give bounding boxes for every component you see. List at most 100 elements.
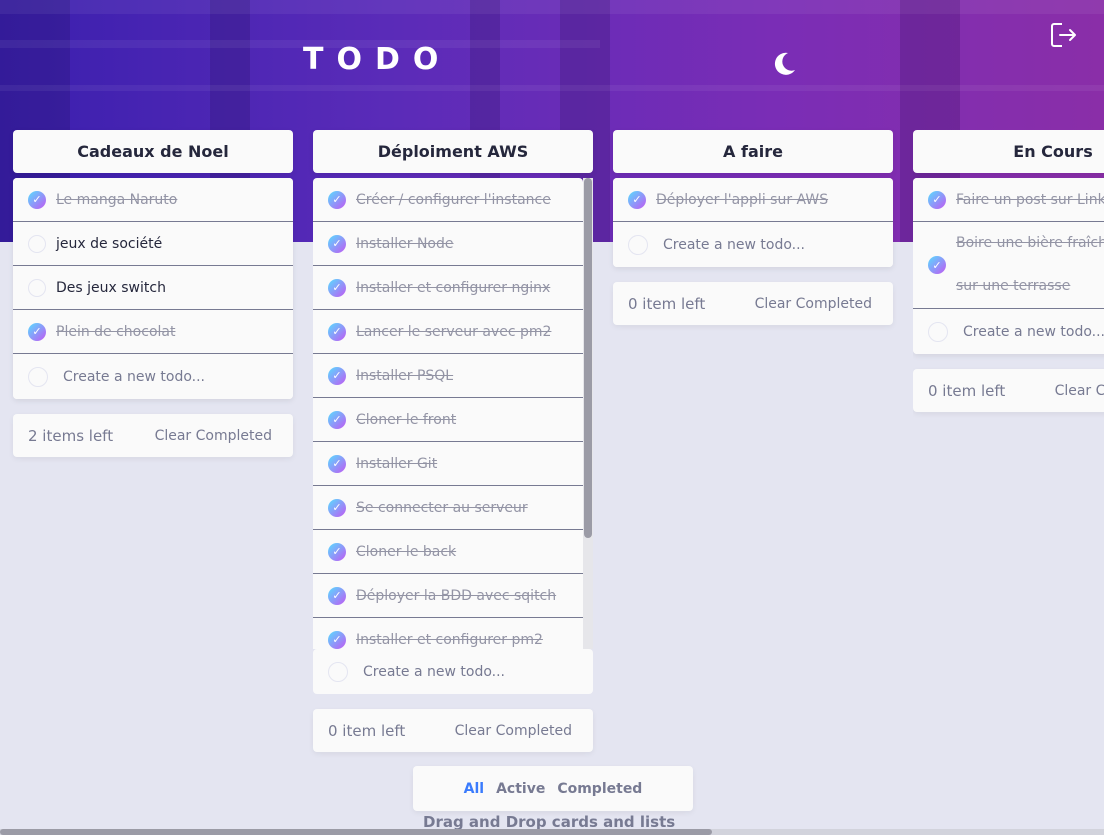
todo-text: Le manga Naruto xyxy=(56,191,178,208)
list-clip: En Cours Faire un post sur LinkedIn Boir… xyxy=(913,130,1104,430)
items-left-count: 0 item left xyxy=(328,721,406,740)
clear-completed-button[interactable]: Clear Completed xyxy=(755,296,872,312)
todo-text: Déployer l'appli sur AWS xyxy=(656,191,829,208)
new-todo-input[interactable] xyxy=(963,323,1104,340)
todo-text: Lancer le serveur avec pm2 xyxy=(356,323,552,340)
todo-text: Déployer la BDD avec sqitch xyxy=(356,587,557,604)
todo-item[interactable]: Créer / configurer l'instance xyxy=(313,178,583,222)
check-icon[interactable] xyxy=(328,278,346,297)
todo-text: Cloner le back xyxy=(356,543,457,560)
checkbox-circle[interactable] xyxy=(28,234,46,253)
new-todo-input[interactable] xyxy=(663,236,863,253)
todo-item[interactable]: Installer Git xyxy=(313,442,583,486)
todo-item[interactable]: Cloner le back xyxy=(313,530,583,574)
horizontal-scrollbar[interactable] xyxy=(0,829,1104,835)
logout-icon[interactable] xyxy=(1050,22,1078,48)
list-footer: 0 item left Clear Completed xyxy=(613,282,893,325)
app-title: TODO xyxy=(303,42,452,77)
list-title[interactable]: Cadeaux de Noel xyxy=(13,130,293,173)
list-footer: 0 item left Clear Completed xyxy=(913,369,1104,412)
todo-text: Installer et configurer pm2 xyxy=(356,631,543,648)
todo-item[interactable]: Cloner le front xyxy=(313,398,583,442)
todo-item[interactable]: Plein de chocolat xyxy=(13,310,293,354)
todo-item[interactable]: Installer Node xyxy=(313,222,583,266)
todo-list: Déployer l'appli sur AWS xyxy=(613,178,893,267)
new-todo-row xyxy=(613,222,893,267)
todo-text: Des jeux switch xyxy=(56,279,166,296)
moon-icon[interactable] xyxy=(770,50,798,78)
items-left-count: 0 item left xyxy=(628,294,706,313)
check-icon[interactable] xyxy=(28,322,46,341)
todo-text: jeux de société xyxy=(56,235,163,252)
check-icon[interactable] xyxy=(328,586,346,605)
check-icon[interactable] xyxy=(628,190,646,209)
check-icon[interactable] xyxy=(328,630,346,649)
items-left-count: 0 item left xyxy=(928,381,1006,400)
list-title[interactable]: A faire xyxy=(613,130,893,173)
scrollbar-thumb[interactable] xyxy=(584,178,592,538)
clear-completed-button[interactable]: Clear Completed xyxy=(155,428,272,444)
checkbox-circle[interactable] xyxy=(28,278,46,297)
todo-text: Créer / configurer l'instance xyxy=(356,191,551,208)
todo-text: Boire une bière fraîche sur une terrasse xyxy=(956,235,1104,294)
check-icon[interactable] xyxy=(328,410,346,429)
todo-text: Installer PSQL xyxy=(356,367,454,384)
list-a-faire[interactable]: A faire Déployer l'appli sur AWS 0 item … xyxy=(613,130,893,325)
todo-item[interactable]: Des jeux switch xyxy=(13,266,293,310)
list-en-cours[interactable]: En Cours Faire un post sur LinkedIn Boir… xyxy=(913,130,1104,412)
list-footer: 2 items left Clear Completed xyxy=(13,414,293,457)
filter-all[interactable]: All xyxy=(464,781,484,797)
todo-text: Installer Node xyxy=(356,235,454,252)
check-icon[interactable] xyxy=(328,190,346,209)
todo-item[interactable]: Déployer l'appli sur AWS xyxy=(613,178,893,222)
todo-item[interactable]: Le manga Naruto xyxy=(13,178,293,222)
filter-completed[interactable]: Completed xyxy=(557,781,642,797)
check-icon[interactable] xyxy=(328,542,346,561)
checkbox-circle[interactable] xyxy=(628,234,648,255)
check-icon[interactable] xyxy=(328,366,346,385)
check-icon[interactable] xyxy=(928,190,946,209)
filter-active[interactable]: Active xyxy=(496,781,545,797)
todo-item[interactable]: Installer et configurer nginx xyxy=(313,266,583,310)
todo-item[interactable]: jeux de société xyxy=(13,222,293,266)
todo-text: Faire un post sur LinkedIn xyxy=(956,191,1104,208)
todo-list: Le manga Naruto jeux de société Des jeux… xyxy=(13,178,293,399)
todo-item[interactable]: Se connecter au serveur xyxy=(313,486,583,530)
todo-text: Plein de chocolat xyxy=(56,323,176,340)
scrollbar[interactable] xyxy=(583,178,593,649)
todo-item[interactable]: Faire un post sur LinkedIn xyxy=(913,178,1104,222)
todo-item[interactable]: Installer et configurer pm2 xyxy=(313,618,583,649)
check-icon[interactable] xyxy=(28,190,46,209)
checkbox-circle[interactable] xyxy=(928,321,948,342)
list-deploiment-aws[interactable]: Déploiment AWS Créer / configurer l'inst… xyxy=(313,130,593,752)
checkbox-circle[interactable] xyxy=(328,661,348,682)
clear-completed-button[interactable]: Clear Completed xyxy=(455,723,572,739)
todo-item[interactable]: Installer PSQL xyxy=(313,354,583,398)
list-title[interactable]: Déploiment AWS xyxy=(313,130,593,173)
todo-item[interactable]: Lancer le serveur avec pm2 xyxy=(313,310,583,354)
new-todo-row xyxy=(13,354,293,399)
checkbox-circle[interactable] xyxy=(28,366,48,387)
check-icon[interactable] xyxy=(928,256,946,274)
list-title[interactable]: En Cours xyxy=(913,130,1104,173)
clear-completed-button[interactable]: Clear Completed xyxy=(1055,383,1104,399)
check-icon[interactable] xyxy=(328,498,346,517)
todo-list: Faire un post sur LinkedIn Boire une biè… xyxy=(913,178,1104,354)
todo-item[interactable]: Déployer la BDD avec sqitch xyxy=(313,574,583,618)
todo-item[interactable]: Boire une bière fraîche sur une terrasse xyxy=(913,222,1104,309)
todo-text: Cloner le front xyxy=(356,411,457,428)
todo-text: Installer et configurer nginx xyxy=(356,279,551,296)
todo-text: Se connecter au serveur xyxy=(356,499,528,516)
scrollbar-thumb[interactable] xyxy=(0,829,712,835)
items-left-count: 2 items left xyxy=(28,426,114,445)
new-todo-input[interactable] xyxy=(363,663,563,680)
todo-list: Créer / configurer l'instance Installer … xyxy=(313,178,593,694)
new-todo-input[interactable] xyxy=(63,368,263,385)
new-todo-row xyxy=(913,309,1104,354)
list-cadeaux-de-noel[interactable]: Cadeaux de Noel Le manga Naruto jeux de … xyxy=(13,130,293,457)
check-icon[interactable] xyxy=(328,234,346,253)
list-footer: 0 item left Clear Completed xyxy=(313,709,593,752)
check-icon[interactable] xyxy=(328,322,346,341)
todo-scroll-area[interactable]: Créer / configurer l'instance Installer … xyxy=(313,178,593,649)
check-icon[interactable] xyxy=(328,454,346,473)
